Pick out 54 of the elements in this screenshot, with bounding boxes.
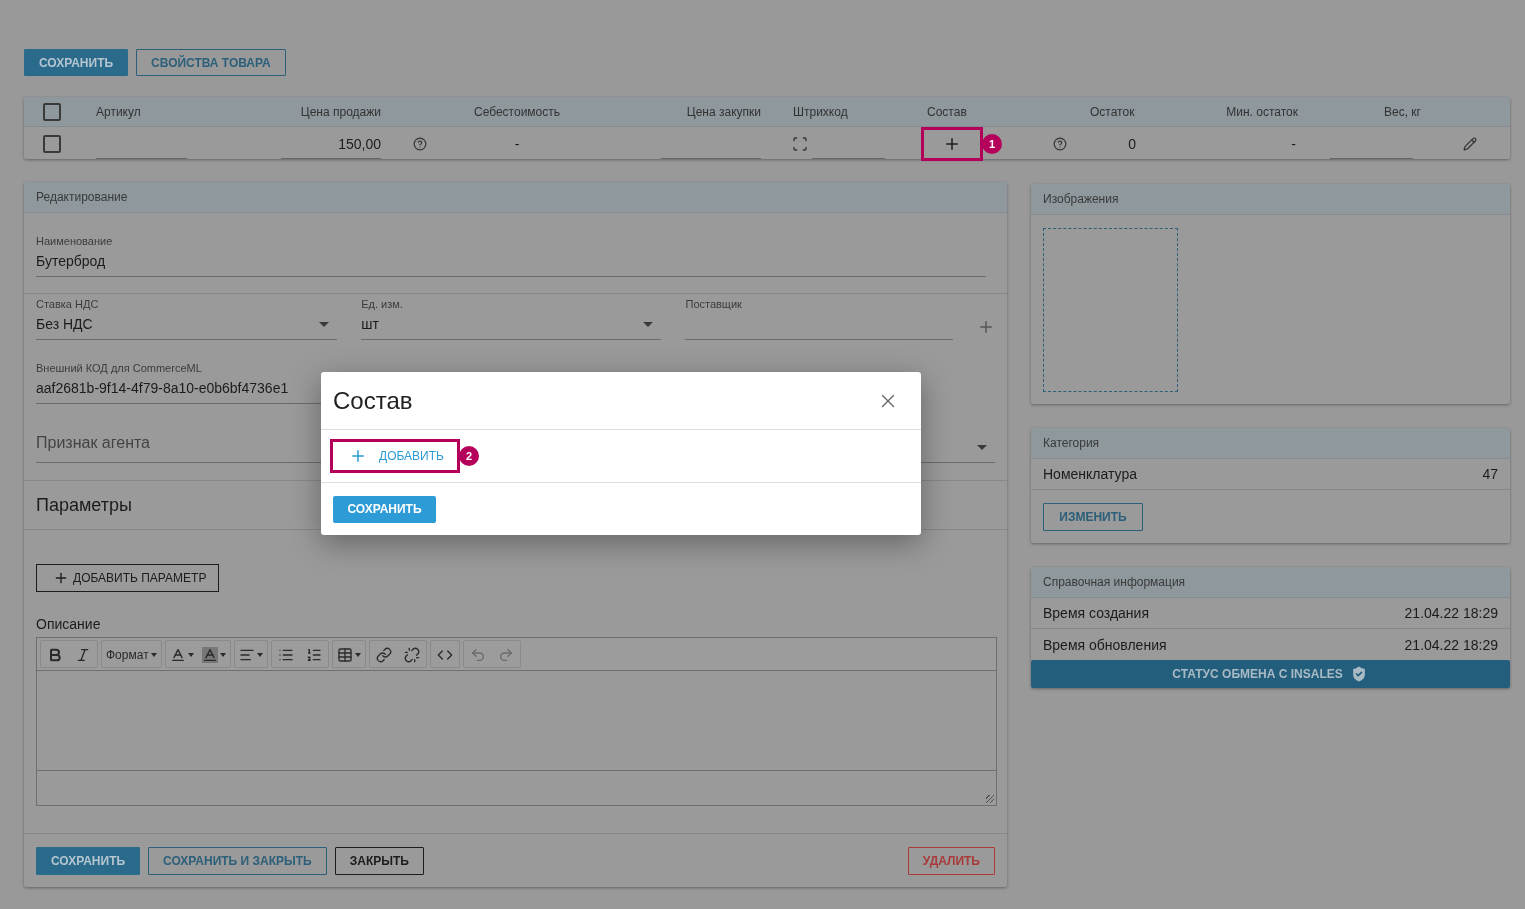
section-title: Параметры xyxy=(36,494,132,516)
info-value: 21.04.22 18:29 xyxy=(1404,605,1498,621)
pencil-icon[interactable] xyxy=(1463,137,1477,151)
plus-icon xyxy=(53,570,69,586)
price-field[interactable]: 150,00 xyxy=(281,129,381,159)
exchange-status-button[interactable]: СТАТУС ОБМЕНА С INSALES xyxy=(1031,660,1510,688)
panel-title: Категория xyxy=(1031,428,1510,459)
info-label: Время создания xyxy=(1043,605,1149,621)
name-field[interactable]: Наименование Бутерброд xyxy=(36,235,986,277)
category-name: Номенклатура xyxy=(1043,466,1137,482)
save-button[interactable]: СОХРАНИТЬ xyxy=(36,846,141,875)
panel-title: Справочная информация xyxy=(1031,567,1510,598)
panel-title: Редактирование xyxy=(24,182,1007,213)
vat-select[interactable]: Ставка НДС Без НДС xyxy=(36,298,338,340)
add-parameter-button[interactable]: ДОБАВИТЬ ПАРАМЕТР xyxy=(36,564,220,592)
panel-title: Изображения xyxy=(1031,184,1510,215)
unit-select[interactable]: Ед. изм. шт xyxy=(361,298,662,340)
properties-button[interactable]: СВОЙСТВА ТОВАРА xyxy=(136,49,286,76)
supplier-field[interactable]: Поставщик xyxy=(685,298,953,340)
info-label: Время обновления xyxy=(1043,636,1167,653)
help-icon[interactable] xyxy=(1053,137,1067,151)
column-header: Цена закупки xyxy=(686,104,762,119)
dialog-save-button[interactable]: СОХРАНИТЬ xyxy=(333,495,436,523)
table-cell: - xyxy=(1291,136,1296,152)
save-and-close-button[interactable]: СОХРАНИТЬ И ЗАКРЫТЬ xyxy=(148,846,327,875)
save-button[interactable]: СОХРАНИТЬ xyxy=(24,49,129,76)
plus-icon xyxy=(349,447,367,465)
plus-icon xyxy=(943,135,961,153)
table-cell: - xyxy=(514,136,520,152)
external-code-field[interactable]: Внешний КОД для CommerceML aaf2681b-9f14-4f79-8a10-e0b6bf4736e1 xyxy=(36,362,321,404)
step-badge: 1 xyxy=(982,134,1002,154)
delete-button[interactable]: УДАЛИТЬ xyxy=(907,846,995,875)
description-label: Описание xyxy=(36,616,102,632)
row-checkbox[interactable] xyxy=(43,135,61,153)
scan-icon[interactable] xyxy=(792,136,808,152)
step-badge: 2 xyxy=(459,446,479,466)
column-header: Цена продажи xyxy=(300,104,382,119)
change-button[interactable]: ИЗМЕНИТЬ xyxy=(1043,503,1143,531)
info-value: 21.04.22 18:29 xyxy=(1404,636,1498,653)
column-header: Остаток xyxy=(1089,104,1135,119)
column-header: Артикул xyxy=(95,104,141,119)
table-cell: 0 xyxy=(1128,136,1136,152)
category-count: 47 xyxy=(1482,466,1498,482)
dialog-title: Состав xyxy=(333,386,413,415)
column-header: Себестоимость xyxy=(474,104,560,119)
column-header: Штрихкод xyxy=(792,104,848,119)
column-header: Вес, кг xyxy=(1384,104,1422,119)
close-button[interactable]: ЗАКРЫТЬ xyxy=(334,846,424,875)
resize-grip-icon[interactable] xyxy=(986,795,994,803)
format-dropdown[interactable]: Формат xyxy=(102,641,161,668)
column-header: Состав xyxy=(926,104,967,119)
select-all-checkbox[interactable] xyxy=(43,102,61,121)
help-icon[interactable] xyxy=(413,137,427,151)
column-header: Мин. остаток xyxy=(1226,104,1299,119)
